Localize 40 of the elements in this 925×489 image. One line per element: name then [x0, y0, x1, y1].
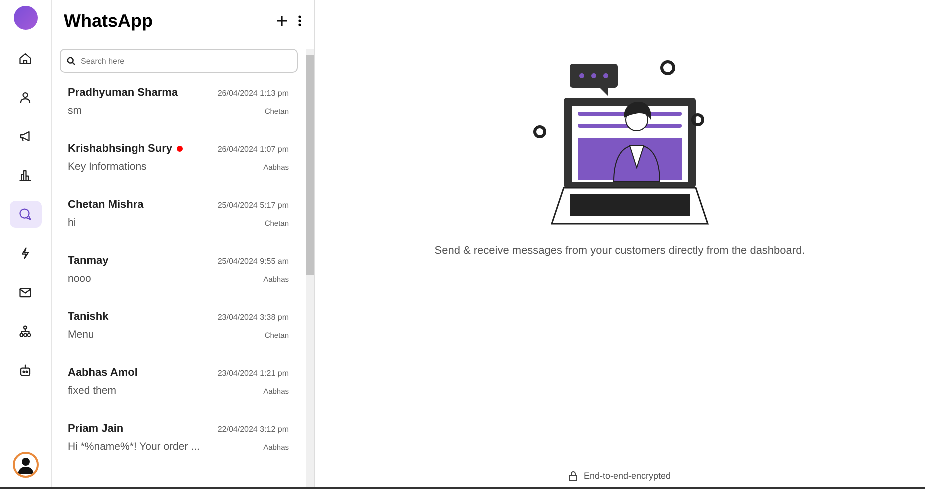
add-button[interactable] [276, 15, 288, 27]
chat-nav-button[interactable] [10, 201, 42, 228]
message-preview: Menu [68, 329, 94, 341]
message-time: 26/04/2024 1:13 pm [218, 89, 289, 98]
megaphone-icon [18, 129, 33, 144]
contact-name: Pradhyuman Sharma [68, 87, 178, 99]
message-time: 23/04/2024 1:21 pm [218, 369, 289, 378]
avatar-icon[interactable] [12, 452, 38, 478]
lock-icon [568, 471, 578, 481]
message-preview: nooo [68, 273, 92, 285]
more-menu-button[interactable] [298, 15, 302, 27]
search-field[interactable]: Search here [60, 49, 298, 73]
user-icon [18, 90, 33, 105]
message-time: 22/04/2024 3:12 pm [218, 425, 289, 434]
message-preview: sm [68, 105, 82, 117]
chat-icon [18, 207, 33, 222]
message-preview: hi [68, 217, 76, 229]
message-preview: fixed them [68, 385, 116, 397]
org-icon [18, 324, 33, 339]
contact-name: Tanishk [68, 311, 109, 323]
chart-icon [18, 168, 33, 183]
empty-state-caption: Send & receive messages from your customers directly from the dashboard. [434, 245, 806, 257]
message-time: 25/04/2024 9:55 am [218, 257, 289, 266]
contact-name: Tanmay [68, 255, 109, 267]
message-time: 23/04/2024 3:38 pm [218, 313, 289, 322]
home-icon [18, 51, 33, 66]
message-time: 25/04/2024 5:17 pm [218, 201, 289, 210]
message-preview: Hi *%name%*! Your order ... [68, 441, 200, 453]
message-preview: Key Informations [68, 161, 147, 173]
contact-name: Priam Jain [68, 423, 124, 435]
contact-name: Krishabhsingh Sury [68, 143, 173, 155]
message-time: 26/04/2024 1:07 pm [218, 145, 289, 154]
scrollbar[interactable] [306, 49, 314, 487]
mail-icon [18, 285, 33, 300]
app-logo [14, 6, 38, 30]
panel-title: WhatsApp [64, 10, 154, 32]
contact-name: Chetan Mishra [68, 199, 144, 211]
encryption-note: End-to-end-encrypted [584, 471, 672, 481]
contact-name: Aabhas Amol [68, 367, 138, 379]
bot-icon [18, 363, 33, 378]
